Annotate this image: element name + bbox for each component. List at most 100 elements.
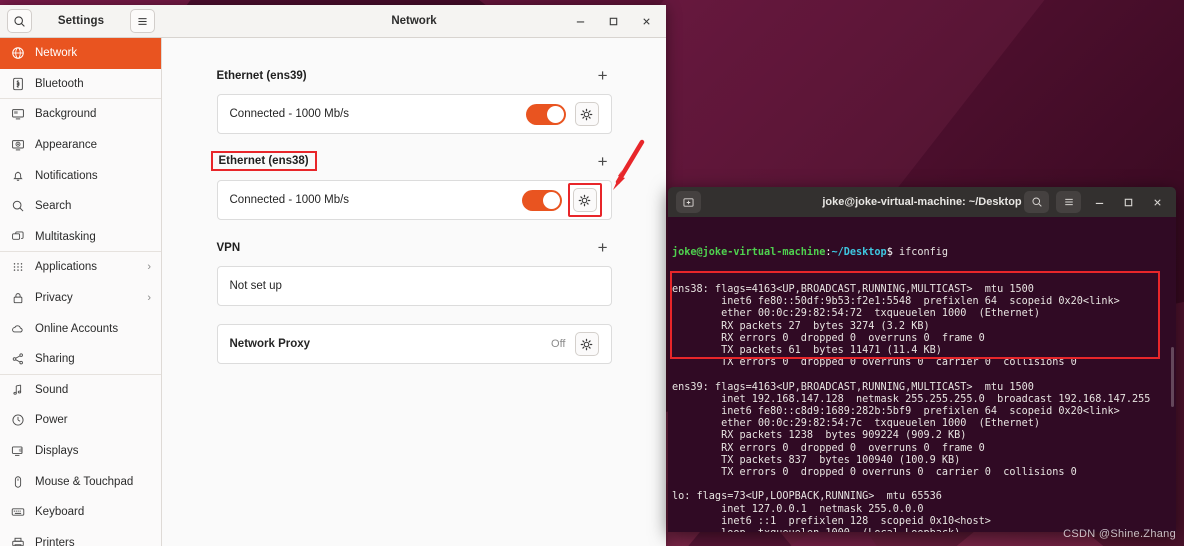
terminal-line: TX errors 0 dropped 0 overruns 0 carrier… [672,357,1077,369]
sidebar-item-appearance[interactable]: Appearance [0,130,161,161]
maximize-icon [609,17,617,25]
terminal-line: ens39: flags=4163<UP,BROADCAST,RUNNING,M… [672,381,1034,393]
settings-window: Settings Network Network Bluetooth Backg… [0,5,666,546]
sidebar-item-label: Background [35,108,97,121]
section-title: VPN [216,241,241,254]
sidebar-item-sound[interactable]: Sound [0,375,161,406]
close-button[interactable] [634,9,658,33]
settings-gear-wrap-highlighted [567,183,602,217]
monitor-icon [10,107,25,122]
section-title-highlighted: Ethernet (ens38) [210,151,317,171]
minimize-icon [1095,202,1103,204]
section-header: VPN + [217,238,612,257]
sidebar-item-online-accounts[interactable]: Online Accounts [0,313,161,344]
network-proxy-row[interactable]: Network Proxy Off [216,324,612,364]
sidebar-item-sharing[interactable]: Sharing [0,344,161,375]
new-tab-button[interactable] [676,191,701,213]
terminal-controls [1024,191,1168,213]
sidebar-item-label: Appearance [35,139,98,152]
mouse-icon [10,474,25,489]
sidebar-item-label: Multitasking [35,230,96,243]
sidebar-item-multitasking[interactable]: Multitasking [0,222,161,253]
vpn-row[interactable]: Not set up [216,266,612,306]
prompt-path: ~/Desktop [831,247,887,259]
power-icon [10,413,25,428]
connection-settings-button[interactable] [574,102,599,126]
terminal-close-button[interactable] [1146,191,1168,213]
connection-toggle[interactable] [525,103,566,125]
connection-row[interactable]: Connected - 1000 Mb/s [216,180,612,220]
bell-icon [10,168,25,183]
terminal-maximize-button[interactable] [1117,191,1139,213]
terminal-search-button[interactable] [1024,191,1049,213]
connection-status-label: Connected - 1000 Mb/s [229,194,350,206]
connection-toggle[interactable] [521,189,562,211]
terminal-line: lo: flags=73<UP,LOOPBACK,RUNNING> mtu 65… [672,491,942,503]
vpn-section: VPN + Not set up [216,238,612,306]
bluetooth-icon [10,76,25,91]
terminal-line: inet6 fe80::c8d9:1689:282b:5bf9 prefixle… [672,406,1120,418]
search-icon [1031,197,1042,207]
sidebar-item-notifications[interactable]: Notifications [0,160,161,191]
hamburger-menu-icon [138,17,147,25]
connection-controls [521,183,602,217]
terminal-window: joke@joke-virtual-machine: ~/Desktop jok… [668,187,1176,532]
sidebar-item-keyboard[interactable]: Keyboard [0,497,161,528]
chevron-right-icon: › [147,292,151,305]
watermark-text: CSDN @Shine.Zhang [1063,528,1176,540]
terminal-line: RX packets 1238 bytes 909224 (909.2 KB) [672,430,967,442]
sidebar-item-label: Mouse & Touchpad [35,475,134,488]
gear-icon [580,338,593,350]
terminal-line: inet 127.0.0.1 netmask 255.0.0.0 [672,503,924,515]
terminal-line: TX packets 837 bytes 100940 (100.9 KB) [672,454,961,466]
proxy-controls: Off [551,332,599,356]
sidebar-item-search[interactable]: Search [0,191,161,222]
terminal-line: ens38: flags=4163<UP,BROADCAST,RUNNING,M… [672,284,1034,296]
connection-row[interactable]: Connected - 1000 Mb/s [216,94,612,134]
sidebar-item-label: Power [35,414,68,427]
sidebar-item-bluetooth[interactable]: Bluetooth [0,69,161,100]
toggle-knob [546,105,564,123]
search-icon [10,199,25,214]
connection-settings-button[interactable] [572,188,597,212]
add-vpn-button[interactable]: + [594,239,612,256]
sidebar-item-background[interactable]: Background [0,99,161,130]
sidebar-item-mouse-touchpad[interactable]: Mouse & Touchpad [0,466,161,497]
toggle-knob [542,191,560,209]
minimize-button[interactable] [568,9,592,33]
maximize-button[interactable] [601,9,625,33]
sidebar-item-label: Privacy [35,292,73,305]
new-tab-icon [683,197,694,207]
share-icon [10,352,25,367]
terminal-minimize-button[interactable] [1088,191,1110,213]
terminal-line: TX errors 0 dropped 0 overruns 0 carrier… [672,467,1077,479]
proxy-settings-button[interactable] [574,332,599,356]
terminal-line: RX packets 27 bytes 3274 (3.2 KB) [672,320,930,332]
connection-status-label: Connected - 1000 Mb/s [229,108,350,120]
music-note-icon [10,382,25,397]
terminal-line: ether 00:0c:29:82:54:7c txqueuelen 1000 … [672,418,1041,430]
terminal-scrollbar[interactable] [1171,347,1174,407]
sidebar-item-applications[interactable]: Applications › [0,252,161,283]
sidebar-item-label: Search [35,200,72,213]
sidebar-item-privacy[interactable]: Privacy › [0,283,161,314]
section-header: Ethernet (ens38) + [210,151,612,171]
sidebar-item-network[interactable]: Network [0,38,161,69]
printer-icon [10,535,25,546]
add-connection-button[interactable]: + [594,67,612,84]
sidebar-item-printers[interactable]: Printers [0,528,161,546]
terminal-output[interactable]: joke@joke-virtual-machine:~/Desktop$ ifc… [668,217,1176,532]
sidebar-item-label: Printers [35,536,75,546]
minimize-icon [576,20,584,23]
close-icon [642,17,650,25]
ethernet-ens38-section: Ethernet (ens38) + Connected - 1000 Mb/s [210,151,612,220]
sidebar-item-label: Online Accounts [35,322,119,335]
settings-titlebar-right: Network [162,5,666,38]
sidebar-item-displays[interactable]: Displays [0,436,161,467]
main-menu-button[interactable] [130,9,155,33]
settings-sidebar: Network Bluetooth Background Appearance … [0,38,162,546]
terminal-line: RX errors 0 dropped 0 overruns 0 frame 0 [672,442,985,454]
terminal-menu-button[interactable] [1056,191,1081,213]
sidebar-item-power[interactable]: Power [0,405,161,436]
